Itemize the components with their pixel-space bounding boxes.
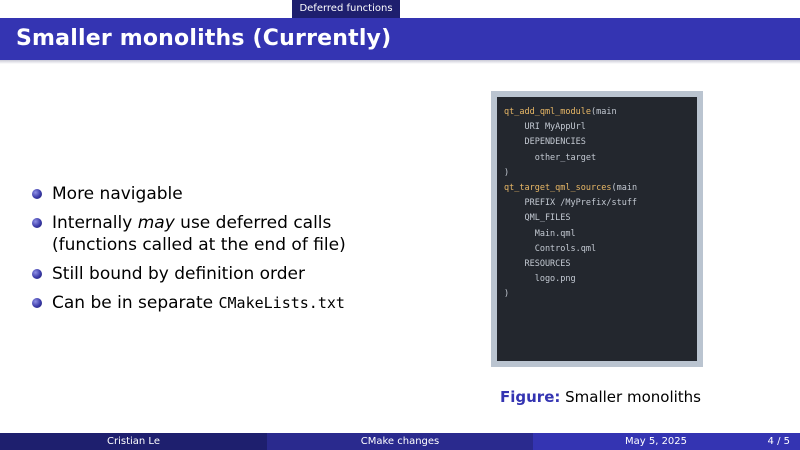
code-line: logo.png: [504, 274, 576, 285]
code-line: RESOURCES: [504, 258, 571, 269]
footer-bar: Cristian Le CMake changes May 5, 2025 4 …: [0, 433, 800, 450]
footer-page-number: 4 / 5: [767, 436, 790, 447]
bullet-item: More navigable: [32, 183, 472, 205]
code-line: URI MyAppUrl: [504, 122, 586, 133]
bullet-list: More navigable Internally may use deferr…: [32, 183, 472, 321]
section-title: Deferred functions: [292, 0, 400, 18]
figure-caption: Figure: Smaller monoliths: [500, 388, 720, 406]
code-line: DEPENDENCIES: [504, 137, 586, 148]
bullet-code: CMakeLists.txt: [218, 294, 345, 312]
code-text: (main: [611, 182, 638, 193]
figure-caption-text: Smaller monoliths: [560, 388, 701, 406]
bullet-text: use deferred calls: [174, 213, 332, 233]
code-keyword: qt_add_qml_module: [504, 107, 591, 117]
footer-date-page: May 5, 2025 4 / 5: [533, 433, 800, 450]
code-line: other_target: [504, 152, 597, 163]
bullet-text: More navigable: [52, 184, 183, 204]
code-line: ): [504, 167, 510, 178]
bullet-item: Can be in separate CMakeLists.txt: [32, 292, 472, 314]
code-line: qt_add_qml_module(main: [497, 105, 697, 120]
code-figure: qt_add_qml_module(main URI MyAppUrl DEPE…: [497, 97, 697, 361]
bullet-text: Internally: [52, 213, 138, 233]
code-line: Main.qml: [504, 228, 576, 239]
bullet-ball-icon: [32, 218, 42, 228]
bullet-item: Internally may use deferred calls (funct…: [32, 212, 472, 256]
footer-title: CMake changes: [267, 433, 533, 450]
code-text: (main: [591, 107, 617, 117]
footer-author: Cristian Le: [0, 433, 267, 450]
bullet-ball-icon: [32, 189, 42, 199]
code-line: Controls.qml: [504, 243, 597, 254]
title-bar: Smaller monoliths (Currently): [0, 18, 800, 60]
bullet-ball-icon: [32, 269, 42, 279]
code-line: QML_FILES: [504, 213, 571, 224]
footer-date: May 5, 2025: [625, 436, 688, 447]
code-line: ): [504, 289, 510, 300]
code-line: PREFIX /MyPrefix/stuff: [504, 198, 638, 209]
code-keyword: qt_target_qml_sources: [504, 182, 612, 193]
header-bar: Deferred functions: [0, 0, 800, 18]
code-line: qt_target_qml_sources(main: [497, 181, 697, 196]
slide-title: Smaller monoliths (Currently): [16, 26, 392, 51]
figure-label: Figure:: [500, 388, 561, 406]
bullet-text: (functions called at the end of file): [52, 235, 346, 255]
bullet-text: Can be in separate: [52, 293, 219, 313]
bullet-emphasis: may: [137, 213, 175, 233]
bullet-ball-icon: [32, 298, 42, 308]
bullet-item: Still bound by definition order: [32, 263, 472, 285]
title-shadow: [0, 60, 800, 64]
bullet-text: Still bound by definition order: [52, 264, 305, 284]
